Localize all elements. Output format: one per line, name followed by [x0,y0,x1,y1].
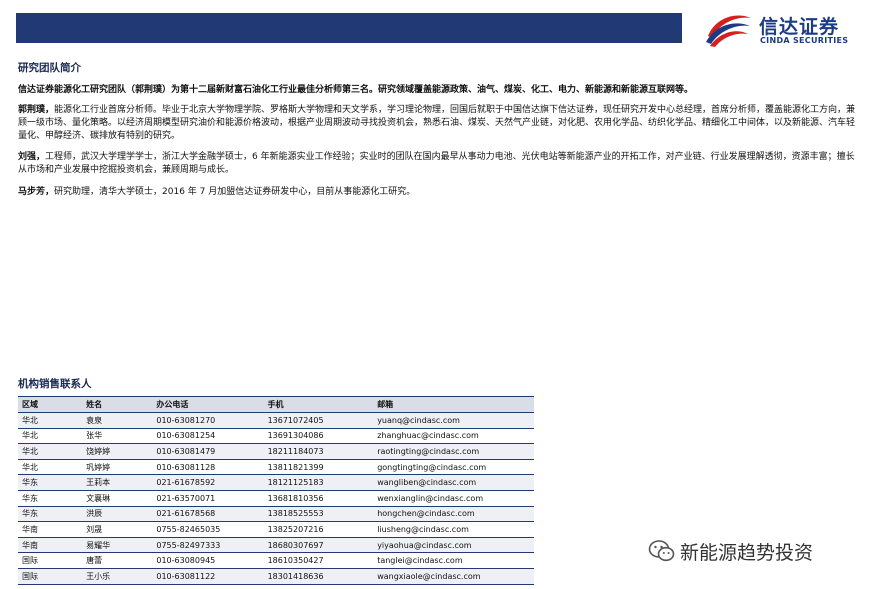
table-row: 华南 易耀华 0755-82497333 18680307697 yiyaohua@ci… [18,537,534,554]
name-cell: 刘晟 [82,521,153,538]
mobile-cell: 13671072405 [263,412,374,429]
column-header-email: 邮箱 [373,396,534,413]
name-cell: 易耀华 [82,537,153,554]
wechat-icon [648,540,675,562]
table-row: 国际 唐蕾 010-63080945 18610350427 tanglei@cinda… [18,552,534,569]
mobile-cell: 18121125183 [263,474,374,491]
region-cell: 华北 [18,412,83,429]
table-header-row: 区域 姓名 办公电话 手机 邮箱 [18,396,534,413]
table-row: 华南 刘晟 0755-82465035 13825207216 liusheng@cin… [18,521,534,538]
table-row: 华东 王莉本 021-61678592 18121125183 wangliben@ci… [18,474,534,491]
team-intro: 信达证券能源化工研究团队（郭荆璞）为第十二届新财富石油化工行业最佳分析师第三名。… [18,85,694,95]
column-header-region: 区域 [18,396,83,413]
email-cell: gongtingting@cindasc.com [373,459,534,476]
member-bio-text: 能源化工行业首席分析师。毕业于北京大学物理学院、罗格斯大学物理和天文学系，学习理… [18,105,856,141]
member-name: 刘强， [18,152,46,162]
name-cell: 饶婷婷 [82,443,153,460]
sales-contacts-table: 区域 姓名 办公电话 手机 邮箱 华北 袁泉 010-63081270 1367107… [18,396,534,585]
name-cell: 张华 [82,428,153,445]
name-cell: 王莉本 [82,474,153,491]
region-cell: 华北 [18,428,83,445]
column-header-name: 姓名 [82,396,153,413]
member-bio-liu: 刘强，工程师，武汉大学理学学士，浙江大学金融学硕士，6 年新能源实业工作经验；实… [18,151,858,177]
member-bio-guo: 郭荆璞，能源化工行业首席分析师。毕业于北京大学物理学院、罗格斯大学物理和天文学系… [18,104,858,143]
region-cell: 华南 [18,521,83,538]
region-cell: 华东 [18,474,83,491]
region-cell: 华东 [18,506,83,523]
office-phone-cell: 021-61678568 [152,506,264,523]
office-phone-cell: 021-63570071 [152,490,264,507]
region-cell: 华南 [18,537,83,554]
region-cell: 国际 [18,552,83,569]
mobile-cell: 13811821399 [263,459,374,476]
mobile-cell: 18680307697 [263,537,374,554]
column-header-office-phone: 办公电话 [152,396,264,413]
region-cell: 华东 [18,490,83,507]
name-cell: 巩婷婷 [82,459,153,476]
office-phone-cell: 010-63081254 [152,428,264,445]
mobile-cell: 18610350427 [263,552,374,569]
cinda-logo: 信达证券 CINDA SECURITIES [704,10,864,50]
brand-name-en: CINDA SECURITIES [760,36,849,45]
table-row: 华北 饶婷婷 010-63081479 18211184073 raotingting@… [18,443,534,460]
table-row: 华北 袁泉 010-63081270 13671072405 yuanq@cindasc… [18,412,534,429]
office-phone-cell: 021-61678592 [152,474,264,491]
name-cell: 唐蕾 [82,552,153,569]
member-name: 郭荆璞， [18,105,55,115]
name-cell: 袁泉 [82,412,153,429]
region-cell: 华北 [18,443,83,460]
email-cell: wangliben@cindasc.com [373,474,534,491]
table-row: 国际 王小乐 010-63081122 18301418636 wangxiaole@c… [18,568,534,585]
team-section-title: 研究团队简介 [18,62,81,74]
name-cell: 文襄琳 [82,490,153,507]
region-cell: 国际 [18,568,83,585]
member-bio-text: 研究助理，清华大学硕士，2016 年 7 月加盟信达证券研发中心，目前从事能源化… [54,187,416,197]
office-phone-cell: 010-63081479 [152,443,264,460]
region-cell: 华北 [18,459,83,476]
office-phone-cell: 0755-82465035 [152,521,264,538]
office-phone-cell: 010-63080945 [152,552,264,569]
header-banner [16,13,682,43]
name-cell: 王小乐 [82,568,153,585]
office-phone-cell: 0755-82497333 [152,537,264,554]
brand-name-cn: 信达证券 [759,16,840,38]
email-cell: wangxiaole@cindasc.com [373,568,534,585]
office-phone-cell: 010-63081270 [152,412,264,429]
email-cell: yiyaohua@cindasc.com [373,537,534,554]
mobile-cell: 18211184073 [263,443,374,460]
table-row: 华北 张华 010-63081254 13691304086 zhanghuac@cin… [18,428,534,445]
mobile-cell: 13691304086 [263,428,374,445]
office-phone-cell: 010-63081122 [152,568,264,585]
mobile-cell: 13681810356 [263,490,374,507]
cinda-logo-icon [706,15,751,47]
email-cell: hongchen@cindasc.com [373,506,534,523]
watermark-text: 新能源趋势投资 [680,542,814,564]
sales-section-title: 机构销售联系人 [18,378,92,390]
email-cell: wenxianglin@cindasc.com [373,490,534,507]
member-bio-text: 工程师，武汉大学理学学士，浙江大学金融学硕士，6 年新能源实业工作经验；实业时的… [18,152,855,175]
mobile-cell: 13818525553 [263,506,374,523]
email-cell: tanglei@cindasc.com [373,552,534,569]
email-cell: zhanghuac@cindasc.com [373,428,534,445]
email-cell: liusheng@cindasc.com [373,521,534,538]
email-cell: raotingting@cindasc.com [373,443,534,460]
member-bio-ma: 马步芳，研究助理，清华大学硕士，2016 年 7 月加盟信达证券研发中心，目前从… [18,186,858,199]
table-row: 华东 洪辰 021-61678568 13818525553 hongchen@cind… [18,506,534,523]
office-phone-cell: 010-63081128 [152,459,264,476]
member-name: 马步芳， [18,187,55,197]
table-row: 华东 文襄琳 021-63570071 13681810356 wenxianglin@… [18,490,534,507]
mobile-cell: 13825207216 [263,521,374,538]
table-row: 华北 巩婷婷 010-63081128 13811821399 gongtingting… [18,459,534,476]
name-cell: 洪辰 [82,506,153,523]
mobile-cell: 18301418636 [263,568,374,585]
column-header-mobile: 手机 [263,396,374,413]
email-cell: yuanq@cindasc.com [373,412,534,429]
